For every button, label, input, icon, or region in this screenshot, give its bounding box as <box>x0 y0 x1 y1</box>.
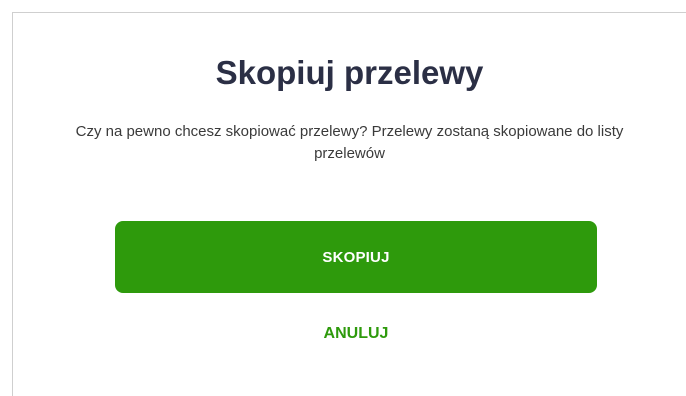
cancel-button[interactable]: ANULUJ <box>256 317 456 351</box>
copy-button[interactable]: SKOPIUJ <box>115 221 597 293</box>
dialog-title: Skopiuj przelewy <box>215 54 484 91</box>
copy-transfers-dialog: Skopiuj przelewy Czy na pewno chcesz sko… <box>12 12 686 396</box>
dialog-message: Czy na pewno chcesz skopiować przelewy? … <box>75 123 624 162</box>
page-background: Skopiuj przelewy Czy na pewno chcesz sko… <box>0 0 686 396</box>
